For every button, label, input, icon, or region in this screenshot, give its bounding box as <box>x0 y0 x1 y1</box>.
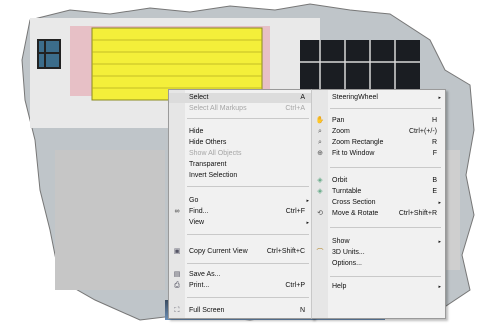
menu-item-shortcut: R <box>431 139 437 146</box>
menu-item-label: Copy Current View <box>189 248 248 255</box>
menu-separator <box>330 108 441 109</box>
menu-separator <box>330 276 441 277</box>
menu-item-find[interactable]: Find... Ctrl+F <box>169 207 313 217</box>
menu-item-shortcut: Ctrl+F <box>285 208 305 215</box>
menu-item-label: Show <box>332 238 350 245</box>
menu-item-zoom-rectangle[interactable]: Zoom Rectangle R <box>312 138 445 148</box>
menu-item-fit-to-window[interactable]: Fit to Window F <box>312 149 445 159</box>
menu-item-move-rotate[interactable]: Move & Rotate Ctrl+Shift+R <box>312 209 445 219</box>
menu-item-hide-others[interactable]: Hide Others <box>169 138 313 148</box>
menu-item-select-all-markups[interactable]: Select All Markups Ctrl+A <box>169 104 313 114</box>
menu-item-label: Full Screen <box>189 307 225 314</box>
menu-item-transparent[interactable]: Transparent <box>169 160 313 170</box>
menu-separator <box>187 186 309 187</box>
menu-item-shortcut: N <box>299 307 305 314</box>
menu-item-print[interactable]: Print... Ctrl+P <box>169 281 313 291</box>
menu-item-full-screen[interactable]: Full Screen N <box>169 306 313 316</box>
menu-item-shortcut: Ctrl+(+/-) <box>409 128 437 135</box>
menu-item-show-all-objects[interactable]: Show All Objects <box>169 149 313 159</box>
menu-item-shortcut: Ctrl+P <box>285 282 305 289</box>
menu-item-orbit[interactable]: Orbit B <box>312 176 445 186</box>
menu-item-shortcut: A <box>300 94 305 101</box>
menu-item-steeringwheel[interactable]: SteeringWheel ▸ <box>312 93 445 103</box>
menu-item-select[interactable]: Select A <box>169 93 313 103</box>
menu-item-label: Select All Markups <box>189 105 247 112</box>
menu-item-cross-section[interactable]: Cross Section ▸ <box>312 198 445 208</box>
menu-item-shortcut: Ctrl+Shift+C <box>266 248 305 255</box>
menu-item-label: Save As... <box>189 271 221 278</box>
menu-item-label: Hide <box>189 128 204 135</box>
menu-item-hide[interactable]: Hide <box>169 127 313 137</box>
menu-item-label: Fit to Window <box>332 150 375 157</box>
menu-item-label: Zoom <box>332 128 350 135</box>
submenu-arrow-icon: ▸ <box>306 198 309 204</box>
menu-item-view[interactable]: View ▸ <box>169 218 313 228</box>
submenu-arrow-icon: ▸ <box>438 95 441 101</box>
menu-item-label: SteeringWheel <box>332 94 378 101</box>
submenu-arrow-icon: ▸ <box>438 284 441 290</box>
menu-item-shortcut: E <box>432 188 437 195</box>
submenu-arrow-icon: ▸ <box>438 239 441 245</box>
ground-area <box>55 150 165 290</box>
menu-item-shortcut: H <box>431 117 437 124</box>
menu-item-shortcut: Ctrl+Shift+R <box>398 210 437 217</box>
menu-item-label: Options... <box>332 260 362 267</box>
menu-item-options[interactable]: Options... <box>312 259 445 269</box>
menu-separator <box>330 227 441 228</box>
context-menu-right-column: SteeringWheel ▸ ✋ Pan H ⌕ Zoom Ctrl+(+/-… <box>311 89 446 319</box>
menu-item-label: Turntable <box>332 188 362 195</box>
screenshot-stage: ⇱ Select A Select All Markups Ctrl+A Hid… <box>0 0 480 326</box>
menu-item-go[interactable]: Go ▸ <box>169 196 313 206</box>
menu-item-label: View <box>189 219 205 226</box>
menu-item-label: Select <box>189 94 209 101</box>
submenu-arrow-icon: ▸ <box>438 200 441 206</box>
context-menu-left-column: ⇱ Select A Select All Markups Ctrl+A Hid… <box>168 89 314 319</box>
menu-item-label: Show All Objects <box>189 150 242 157</box>
menu-item-show[interactable]: Show ▸ <box>312 237 445 247</box>
menu-item-shortcut: Ctrl+A <box>285 105 305 112</box>
menu-item-label: Print... <box>189 282 210 289</box>
menu-item-turntable[interactable]: Turntable E <box>312 187 445 197</box>
menu-separator <box>187 263 309 264</box>
menu-separator <box>187 234 309 235</box>
submenu-arrow-icon: ▸ <box>306 220 309 226</box>
menu-separator <box>187 297 309 298</box>
menu-item-label: Pan <box>332 117 345 124</box>
menu-item-label: Hide Others <box>189 139 227 146</box>
menu-item-label: Go <box>189 197 199 204</box>
menu-item-label: Cross Section <box>332 199 376 206</box>
menu-item-shortcut: F <box>432 150 437 157</box>
menu-item-label: Orbit <box>332 177 348 184</box>
menu-item-label: Move & Rotate <box>332 210 379 217</box>
menu-item-label: Help <box>332 283 347 290</box>
menu-item-label: Zoom Rectangle <box>332 139 384 146</box>
menu-item-save-as[interactable]: Save As... <box>169 270 313 280</box>
menu-item-3d-units[interactable]: 3D Units... <box>312 248 445 258</box>
menu-item-label: Invert Selection <box>189 172 238 179</box>
menu-item-label: Find... <box>189 208 209 215</box>
menu-item-zoom[interactable]: Zoom Ctrl+(+/-) <box>312 127 445 137</box>
menu-separator <box>330 167 441 168</box>
menu-item-invert-selection[interactable]: Invert Selection <box>169 171 313 181</box>
menu-item-label: Transparent <box>189 161 227 168</box>
menu-item-pan[interactable]: Pan H <box>312 116 445 126</box>
menu-item-label: 3D Units... <box>332 249 365 256</box>
menu-item-shortcut: B <box>432 177 437 184</box>
menu-item-help[interactable]: Help ▸ <box>312 282 445 292</box>
menu-item-copy-current-view[interactable]: Copy Current View Ctrl+Shift+C <box>169 247 313 257</box>
menu-separator <box>187 118 309 119</box>
